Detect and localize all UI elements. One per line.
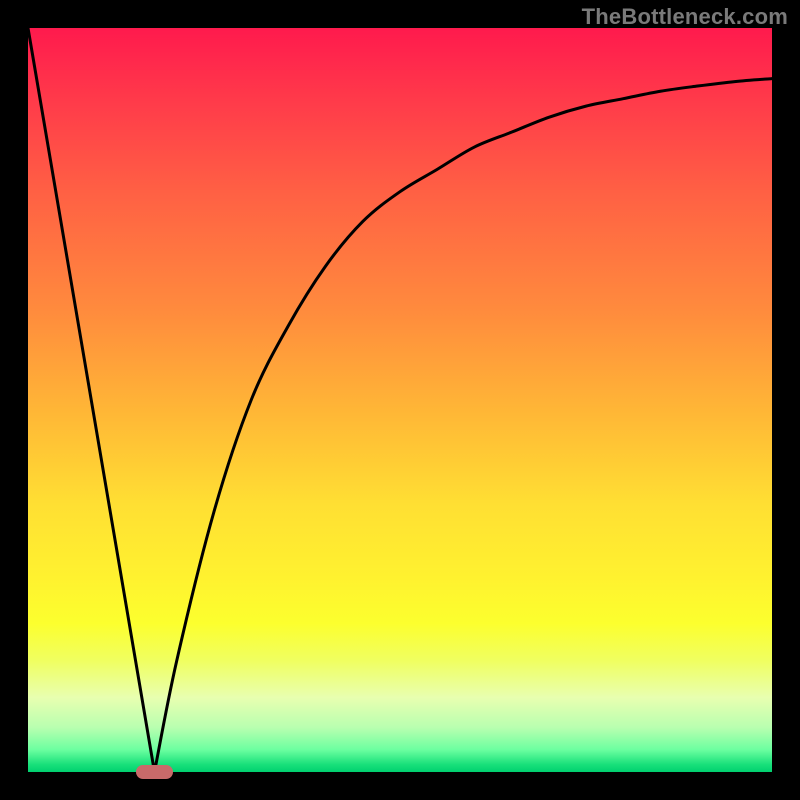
curve-layer [28,28,772,772]
watermark-text: TheBottleneck.com [582,4,788,30]
optimal-point-marker [136,765,173,778]
right-curve-path [154,79,772,772]
left-segment-path [28,28,154,772]
chart-frame: TheBottleneck.com [0,0,800,800]
plot-area [28,28,772,772]
